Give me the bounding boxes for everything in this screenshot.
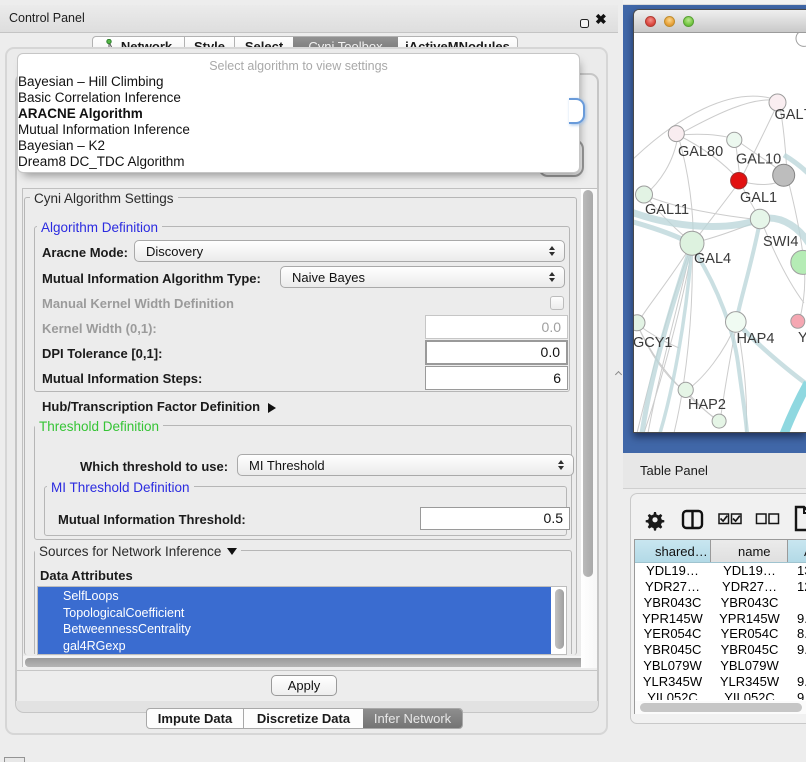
svg-text:GAL4: GAL4 xyxy=(694,251,731,267)
svg-text:Y: Y xyxy=(798,330,806,346)
svg-text:SWI4: SWI4 xyxy=(763,234,798,250)
svg-text:GAL1: GAL1 xyxy=(740,190,777,206)
svg-text:GAL11: GAL11 xyxy=(645,202,689,218)
svg-text:GAL7: GAL7 xyxy=(775,107,806,123)
svg-text:HAP2: HAP2 xyxy=(688,397,726,413)
svg-text:GAL10: GAL10 xyxy=(736,152,781,168)
svg-text:GAL80: GAL80 xyxy=(678,144,723,160)
svg-text:GCY1: GCY1 xyxy=(634,335,673,351)
svg-text:HAP4: HAP4 xyxy=(737,331,775,347)
